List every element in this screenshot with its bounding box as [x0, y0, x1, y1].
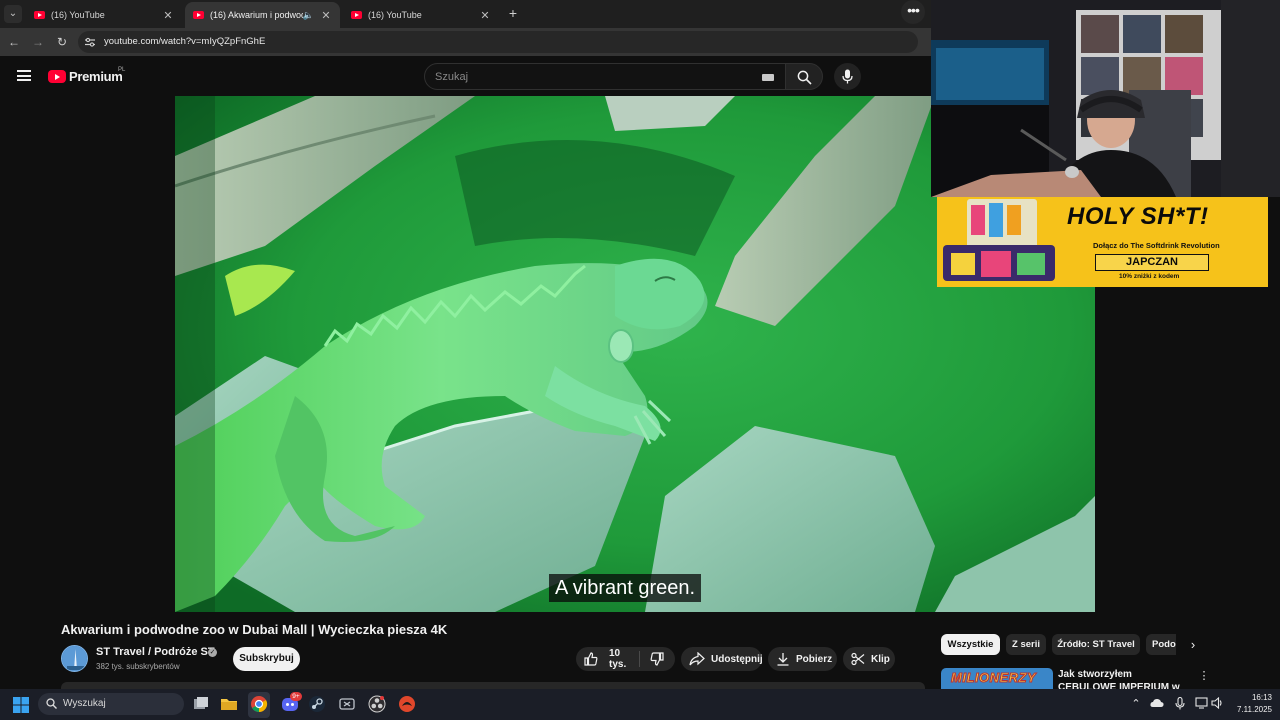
search-button[interactable]: [785, 63, 823, 90]
tab-search-dropdown[interactable]: ⌄: [4, 5, 22, 23]
youtube-logo-icon[interactable]: [48, 70, 66, 83]
close-icon[interactable]: ✕: [479, 9, 491, 22]
xbox-app-icon[interactable]: [337, 694, 357, 714]
discord-icon[interactable]: 9+: [280, 692, 302, 714]
notification-badge: 9+: [290, 692, 302, 701]
divider: [639, 651, 640, 667]
taskbar-search[interactable]: Wyszukaj: [38, 693, 184, 715]
channel-name[interactable]: ST Travel / Podróże ST: [96, 646, 215, 658]
chrome-icon[interactable]: [249, 694, 269, 714]
chip-all[interactable]: Wszystkie: [941, 634, 1000, 655]
file-explorer-icon[interactable]: [219, 694, 239, 714]
reload-icon[interactable]: ↻: [54, 34, 70, 50]
youtube-favicon-icon: [34, 11, 45, 19]
speaker-icon[interactable]: 🔈: [303, 10, 314, 21]
keyboard-icon[interactable]: [762, 74, 774, 81]
video-title: Akwarium i podwodne zoo w Dubai Mall | W…: [61, 622, 448, 637]
obs-icon[interactable]: [367, 694, 387, 714]
search-input[interactable]: [435, 70, 735, 84]
system-clock[interactable]: 16:13 7.11.2025: [1232, 692, 1272, 716]
scissors-icon: [851, 652, 865, 666]
recommendation-thumbnail[interactable]: MILIONERZY: [941, 668, 1053, 690]
forward-arrow-icon[interactable]: →: [30, 34, 46, 50]
channel-avatar[interactable]: [61, 645, 88, 672]
clock-time: 16:13: [1251, 693, 1272, 702]
close-icon[interactable]: ✕: [162, 9, 174, 22]
thumbs-up-icon: [584, 652, 598, 666]
windows-taskbar: Wyszukaj 9+ ⌃ 16:13 7.11.2025: [0, 689, 1280, 720]
more-vertical-icon[interactable]: ⋮: [1198, 669, 1210, 683]
like-dislike-group: 10 tys.: [576, 647, 675, 671]
burj-khalifa-icon: [62, 646, 87, 671]
share-label: Udostępnij: [711, 653, 763, 665]
video-subtitle: A vibrant green.: [549, 574, 702, 602]
like-button[interactable]: 10 tys.: [576, 647, 639, 671]
region-code: PL: [118, 67, 126, 73]
chevron-up-icon[interactable]: ⌃: [1129, 697, 1143, 711]
chip-partial[interactable]: Podo: [1146, 634, 1176, 655]
youtube-favicon-icon: [351, 11, 362, 19]
tab-akwarium[interactable]: (16) Akwarium i podwodne 🔈 ✕: [185, 2, 340, 28]
search-icon: [797, 70, 812, 85]
product-image: [943, 199, 1055, 281]
tab-title: (16) YouTube: [368, 10, 422, 20]
chevron-right-icon[interactable]: ›: [1186, 637, 1200, 653]
dislike-button[interactable]: [646, 647, 674, 671]
ad-subline: Dołącz do The Softdrink Revolution: [1093, 241, 1220, 250]
url-text: youtube.com/watch?v=mIyQZpFnGhE: [104, 36, 266, 47]
download-label: Pobierz: [796, 653, 833, 665]
more-actions-button[interactable]: •••: [901, 0, 925, 24]
more-horizontal-icon: •••: [907, 2, 920, 18]
search-box: [424, 63, 786, 90]
back-arrow-icon[interactable]: ←: [6, 34, 22, 50]
subscribe-button[interactable]: Subskrybuj: [233, 647, 300, 671]
subscriber-count: 382 tys. subskrybentów: [96, 662, 180, 671]
discount-code: JAPCZAN: [1095, 254, 1209, 271]
discount-text: 10% zniżki z kodem: [1119, 273, 1180, 280]
ad-headline: HOLY SH*T!: [1067, 203, 1209, 230]
cloud-icon[interactable]: [1150, 697, 1164, 713]
microphone-icon: [842, 69, 853, 84]
verified-check-icon: ✓: [208, 648, 217, 657]
share-icon: [689, 652, 705, 666]
tab-title: (16) YouTube: [51, 10, 105, 20]
premium-logo-text[interactable]: Premium: [69, 69, 123, 84]
voice-search-button[interactable]: [834, 63, 861, 90]
streamer-webcam-overlay: [931, 0, 1280, 197]
clip-label: Klip: [871, 653, 890, 665]
chip-source[interactable]: Źródło: ST Travel: [1052, 634, 1140, 655]
chip-series[interactable]: Z serii: [1006, 634, 1046, 655]
tab-youtube-1[interactable]: (16) YouTube ✕: [26, 2, 182, 28]
share-button[interactable]: Udostępnij: [681, 647, 763, 671]
thumbnail-text: MILIONERZY: [950, 670, 1037, 686]
volume-icon[interactable]: [1210, 696, 1224, 713]
task-view-icon[interactable]: [191, 694, 211, 714]
tab-title: (16) Akwarium i podwodne: [210, 10, 303, 20]
webcam-feed: [931, 0, 1280, 197]
address-bar[interactable]: youtube.com/watch?v=mIyQZpFnGhE: [78, 31, 918, 53]
close-icon[interactable]: ✕: [320, 9, 332, 22]
thumbs-down-icon: [650, 652, 664, 666]
like-count: 10 tys.: [609, 648, 627, 670]
taskbar-search-label: Wyszukaj: [63, 698, 106, 709]
menu-icon[interactable]: [17, 70, 31, 81]
download-button[interactable]: Pobierz: [768, 647, 837, 671]
search-icon: [46, 698, 57, 709]
download-icon: [777, 653, 789, 666]
steam-icon[interactable]: [307, 694, 327, 714]
site-info-icon[interactable]: [84, 36, 96, 48]
clock-date: 7.11.2025: [1237, 705, 1272, 714]
microphone-icon[interactable]: [1173, 696, 1187, 714]
network-icon[interactable]: [1194, 697, 1208, 713]
new-tab-button[interactable]: +: [505, 5, 521, 21]
youtube-favicon-icon: [193, 11, 204, 19]
windows-start-icon[interactable]: [13, 697, 29, 713]
clip-button[interactable]: Klip: [843, 647, 895, 671]
sponsor-ad-banner: HOLY SH*T! Dołącz do The Softdrink Revol…: [937, 197, 1268, 287]
game-launcher-icon[interactable]: [397, 694, 417, 714]
tab-youtube-2[interactable]: (16) YouTube ✕: [343, 2, 499, 28]
